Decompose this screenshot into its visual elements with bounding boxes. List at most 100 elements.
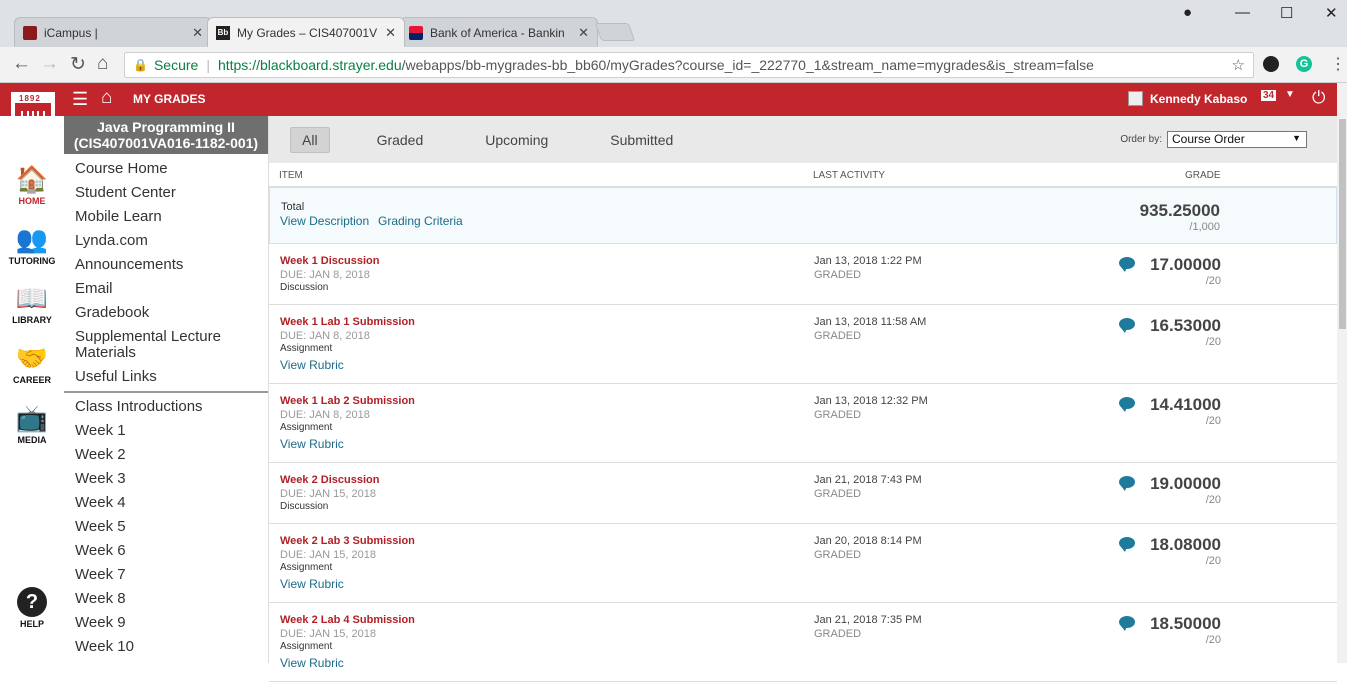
view-rubric-link[interactable]: View Rubric bbox=[280, 437, 344, 451]
item-out-of: /20 bbox=[1205, 275, 1221, 287]
order-by: Order by: Course Order ▼ bbox=[1120, 131, 1307, 148]
table-row: Week 2 Lab 4 Submission DUE: JAN 15, 201… bbox=[269, 603, 1337, 682]
menu-kebab-icon[interactable]: ⋮ bbox=[1330, 54, 1346, 74]
tab-bank-of-america[interactable]: Bank of America - Bankin ✕ bbox=[400, 17, 598, 47]
close-icon[interactable]: ✕ bbox=[385, 25, 396, 41]
blackboard-favicon-icon: Bb bbox=[216, 25, 230, 40]
chevron-down-icon[interactable]: ▼ bbox=[1285, 89, 1295, 100]
new-tab-button[interactable] bbox=[594, 23, 636, 41]
nav-career[interactable]: 🤝 CAREER bbox=[0, 343, 64, 385]
item-status: GRADED bbox=[814, 409, 862, 421]
course-link[interactable]: Class Introductions bbox=[64, 395, 268, 419]
grammarly-icon[interactable]: G bbox=[1296, 56, 1312, 72]
course-link[interactable]: Gradebook bbox=[64, 301, 268, 325]
nav-home[interactable]: 🏠 HOME bbox=[0, 164, 64, 206]
course-link[interactable]: Week 8 bbox=[64, 587, 268, 611]
nav-help[interactable]: ? HELP bbox=[0, 587, 64, 629]
grading-criteria-link[interactable]: Grading Criteria bbox=[378, 214, 463, 228]
course-link[interactable]: Email bbox=[64, 277, 268, 301]
address-bar[interactable]: 🔒 Secure | https://blackboard.strayer.ed… bbox=[124, 52, 1254, 78]
course-link[interactable]: Week 6 bbox=[64, 539, 268, 563]
course-link[interactable]: Week 3 bbox=[64, 467, 268, 491]
close-icon[interactable]: ✕ bbox=[192, 25, 203, 41]
course-link[interactable]: Week 5 bbox=[64, 515, 268, 539]
item-due: DUE: JAN 8, 2018 bbox=[280, 269, 370, 281]
blackboard-header: ☰ ⌂ MY GRADES Kennedy Kabaso 34 ▼ ⏻ bbox=[0, 83, 1337, 116]
item-out-of: /20 bbox=[1205, 555, 1221, 567]
forward-icon[interactable]: → bbox=[40, 53, 59, 75]
course-link[interactable]: Week 1 bbox=[64, 419, 268, 443]
view-rubric-link[interactable]: View Rubric bbox=[280, 656, 344, 670]
course-link[interactable]: Student Center bbox=[64, 181, 268, 205]
item-due: DUE: JAN 15, 2018 bbox=[280, 628, 376, 640]
col-item[interactable]: ITEM bbox=[279, 170, 303, 181]
notification-badge[interactable]: 34 bbox=[1261, 90, 1277, 101]
col-last-activity[interactable]: LAST ACTIVITY bbox=[813, 170, 885, 181]
course-link[interactable]: Course Home bbox=[64, 157, 268, 181]
col-grade[interactable]: GRADE bbox=[1185, 170, 1221, 181]
order-by-select[interactable]: Course Order ▼ bbox=[1167, 131, 1307, 148]
tab-icampus[interactable]: iCampus | ✕ bbox=[14, 17, 212, 47]
nav-media[interactable]: 📺 MEDIA bbox=[0, 403, 64, 445]
course-link[interactable]: Week 9 bbox=[64, 611, 268, 635]
nav-label: HELP bbox=[19, 619, 44, 629]
course-link[interactable]: Week 10 bbox=[64, 635, 268, 659]
course-link[interactable]: Mobile Learn bbox=[64, 205, 268, 229]
comment-icon[interactable] bbox=[1119, 616, 1135, 631]
maximize-icon[interactable]: ☐ bbox=[1280, 4, 1293, 22]
minimize-icon[interactable]: — bbox=[1235, 4, 1250, 21]
item-title-link[interactable]: Week 1 Lab 2 Submission bbox=[280, 395, 415, 407]
window-close-icon[interactable]: ✕ bbox=[1325, 4, 1338, 22]
filter-upcoming[interactable]: Upcoming bbox=[474, 128, 559, 152]
comment-icon[interactable] bbox=[1119, 318, 1135, 333]
course-link[interactable]: Lynda.com bbox=[64, 229, 268, 253]
comment-icon[interactable] bbox=[1119, 537, 1135, 552]
comment-icon[interactable] bbox=[1119, 257, 1135, 272]
view-rubric-link[interactable]: View Rubric bbox=[280, 577, 344, 591]
avatar[interactable] bbox=[1128, 91, 1143, 106]
close-icon[interactable]: ✕ bbox=[578, 25, 589, 41]
home-icon[interactable]: ⌂ bbox=[97, 53, 108, 75]
hamburger-menu-icon[interactable]: ☰ bbox=[72, 89, 88, 110]
user-name[interactable]: Kennedy Kabaso bbox=[1150, 92, 1247, 106]
course-link[interactable]: Announcements bbox=[64, 253, 268, 277]
logo-year: 1892 bbox=[19, 94, 41, 103]
filter-graded[interactable]: Graded bbox=[366, 128, 435, 152]
filter-all[interactable]: All bbox=[290, 126, 330, 153]
item-status: GRADED bbox=[814, 330, 862, 342]
course-link[interactable]: Useful Links bbox=[64, 365, 268, 389]
back-icon[interactable]: ← bbox=[12, 53, 31, 75]
tab-my-grades[interactable]: Bb My Grades – CIS407001V ✕ bbox=[207, 17, 405, 47]
item-title-link[interactable]: Week 2 Discussion bbox=[280, 474, 379, 486]
item-title-link[interactable]: Week 2 Lab 3 Submission bbox=[280, 535, 415, 547]
help-icon: ? bbox=[17, 587, 47, 617]
item-due: DUE: JAN 8, 2018 bbox=[280, 330, 370, 342]
view-description-link[interactable]: View Description bbox=[280, 214, 369, 228]
nav-tutoring[interactable]: 👥 TUTORING bbox=[0, 224, 64, 266]
extension-icon[interactable] bbox=[1263, 56, 1279, 72]
nav-library[interactable]: 📖 LIBRARY bbox=[0, 283, 64, 325]
item-type: Assignment bbox=[280, 343, 333, 354]
item-due: DUE: JAN 8, 2018 bbox=[280, 409, 370, 421]
filter-submitted[interactable]: Submitted bbox=[599, 128, 684, 152]
item-title-link[interactable]: Week 1 Lab 1 Submission bbox=[280, 316, 415, 328]
view-rubric-link[interactable]: View Rubric bbox=[280, 358, 344, 372]
item-title-link[interactable]: Week 1 Discussion bbox=[280, 255, 379, 267]
reload-icon[interactable]: ↻ bbox=[70, 53, 86, 76]
power-icon[interactable]: ⏻ bbox=[1312, 88, 1325, 108]
tab-title: Bank of America - Bankin bbox=[430, 25, 565, 40]
bookmark-star-icon[interactable]: ☆ bbox=[1232, 56, 1245, 74]
profile-icon[interactable]: ● bbox=[1183, 4, 1192, 21]
course-link[interactable]: Supplemental Lecture Materials bbox=[64, 325, 268, 365]
course-header[interactable]: Java Programming II (CIS407001VA016-1182… bbox=[64, 116, 268, 154]
scrollbar[interactable] bbox=[1337, 83, 1347, 663]
course-link[interactable]: Week 4 bbox=[64, 491, 268, 515]
home-icon[interactable]: ⌂ bbox=[101, 87, 112, 109]
course-code: (CIS407001VA016-1182-001) bbox=[73, 135, 259, 151]
comment-icon[interactable] bbox=[1119, 397, 1135, 412]
comment-icon[interactable] bbox=[1119, 476, 1135, 491]
course-link[interactable]: Week 7 bbox=[64, 563, 268, 587]
course-link[interactable]: Week 2 bbox=[64, 443, 268, 467]
scrollbar-thumb[interactable] bbox=[1339, 119, 1346, 329]
item-title-link[interactable]: Week 2 Lab 4 Submission bbox=[280, 614, 415, 626]
